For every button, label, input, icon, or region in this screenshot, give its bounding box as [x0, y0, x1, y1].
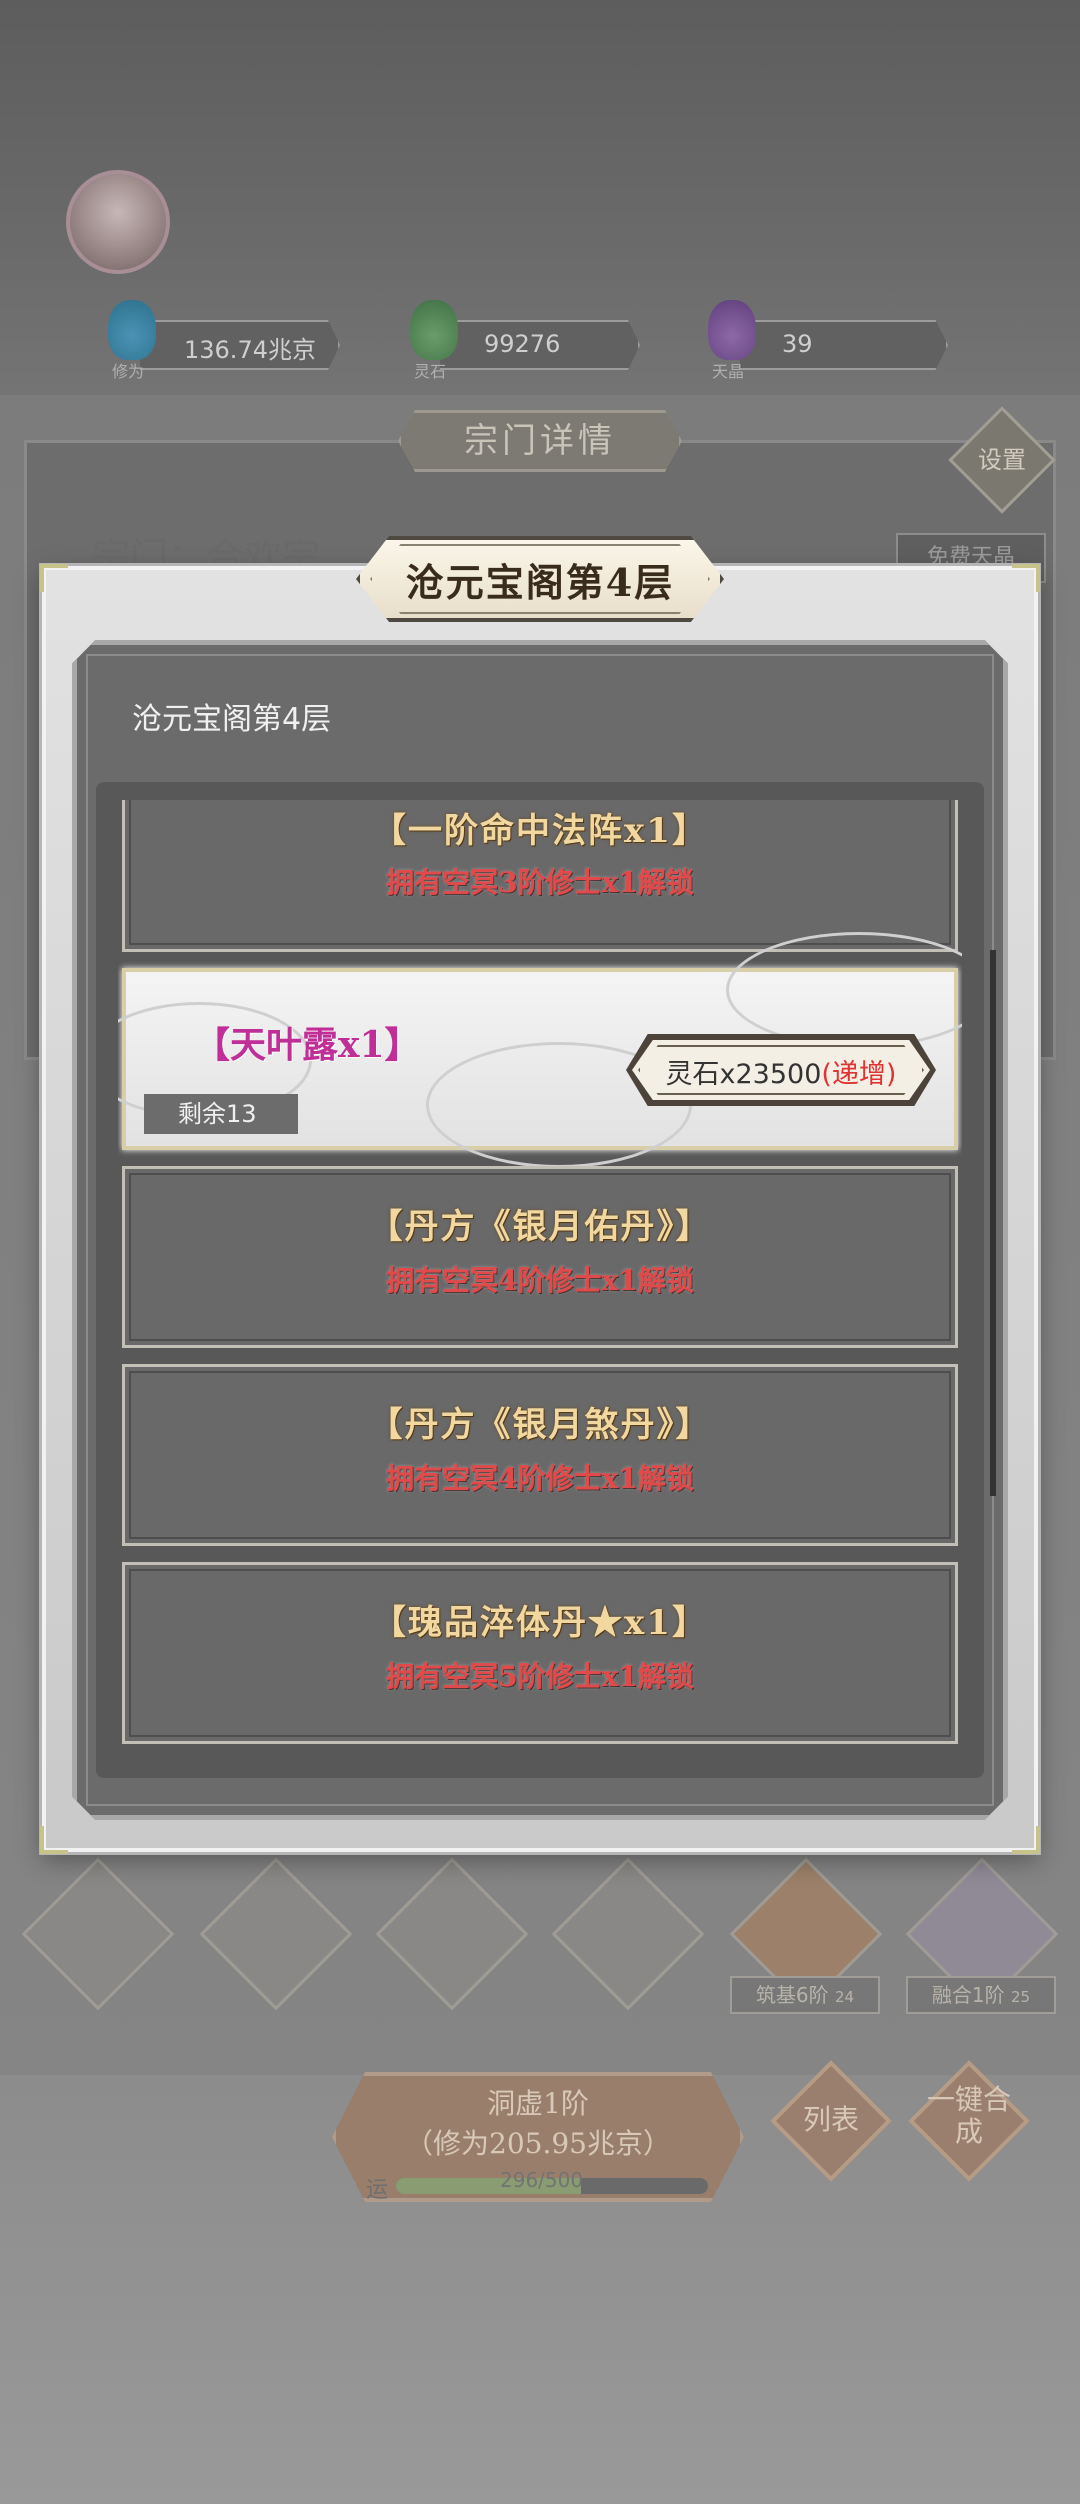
- luck-label: 运: [366, 2178, 389, 2203]
- frame-corner: [40, 564, 68, 592]
- item-title: 【丹方《银月煞丹》】: [368, 1405, 712, 1445]
- price-value: 灵石x23500: [665, 1059, 822, 1090]
- shop-item-locked[interactable]: 【丹方《银月佑丹》】 拥有空冥4阶修士x1解锁: [122, 1166, 958, 1348]
- slot-label: 筑基6阶 24: [730, 1976, 880, 2014]
- floor-label: 沧元宝阁第4层: [132, 702, 332, 737]
- player-avatar[interactable]: [66, 170, 170, 274]
- shop-item-available[interactable]: 【天叶露x1】 剩余13 灵石x23500(递增): [118, 932, 962, 1168]
- buy-button-label: 灵石x23500(递增): [626, 1052, 936, 1091]
- luck-value: 296/500: [500, 2168, 584, 2192]
- item-title: 【天叶露x1】: [194, 1024, 421, 1066]
- resource-bar-sky-crystal: [740, 320, 948, 370]
- spirit-stone-value: 99276: [484, 330, 561, 358]
- frame-corner: [1012, 1826, 1040, 1854]
- frame-corner: [1012, 564, 1040, 592]
- sky-crystal-label: 天晶: [712, 362, 745, 381]
- cultivation-flame-icon: [108, 300, 156, 360]
- sect-details-title: 宗门详情: [398, 410, 682, 472]
- shop-item-locked[interactable]: 【丹方《银月煞丹》】 拥有空冥4阶修士x1解锁: [122, 1364, 958, 1546]
- spirit-stone-icon: [410, 300, 458, 360]
- item-title: 【一阶命中法阵x1】: [372, 811, 708, 851]
- frame-corner: [40, 1826, 68, 1854]
- item-unlock-condition: 拥有空冥4阶修士x1解锁: [386, 1264, 694, 1297]
- shop-item-list[interactable]: 【一阶命中法阵x1】 拥有空冥3阶修士x1解锁 【天叶露x1】 剩余13 灵石x…: [118, 800, 962, 1760]
- spirit-stone-label: 灵石: [414, 362, 447, 381]
- shop-item-locked[interactable]: 【瑰品淬体丹★x1】 拥有空冥5阶修士x1解锁: [122, 1562, 958, 1744]
- item-title: 【瑰品淬体丹★x1】: [372, 1603, 708, 1643]
- cloud-decoration: [726, 932, 962, 1048]
- sky-crystal-icon: [708, 300, 756, 360]
- item-unlock-condition: 拥有空冥3阶修士x1解锁: [386, 866, 694, 899]
- slot-label: 融合1阶 25: [906, 1976, 1056, 2014]
- merge-all-label: 一键合成: [926, 2083, 1011, 2148]
- settings-label: 设置: [978, 446, 1026, 474]
- item-unlock-condition: 拥有空冥5阶修士x1解锁: [386, 1660, 694, 1693]
- list-scrollbar[interactable]: [990, 950, 996, 1496]
- realm-text: 洞虚1阶 （修为205.95兆京）: [405, 2087, 671, 2160]
- sky-crystal-value: 39: [782, 330, 813, 358]
- price-increase-note: (递增): [821, 1059, 897, 1090]
- item-title: 【丹方《银月佑丹》】: [368, 1207, 712, 1247]
- cultivation-label: 修为: [112, 362, 145, 381]
- shop-item-locked[interactable]: 【一阶命中法阵x1】 拥有空冥3阶修士x1解锁: [122, 800, 958, 952]
- item-unlock-condition: 拥有空冥4阶修士x1解锁: [386, 1462, 694, 1495]
- remaining-badge: 剩余13: [144, 1094, 298, 1134]
- cultivation-value: 136.74兆京: [184, 336, 316, 364]
- list-button-label: 列表: [802, 2103, 859, 2136]
- modal-title: 沧元宝阁第4层: [405, 560, 675, 605]
